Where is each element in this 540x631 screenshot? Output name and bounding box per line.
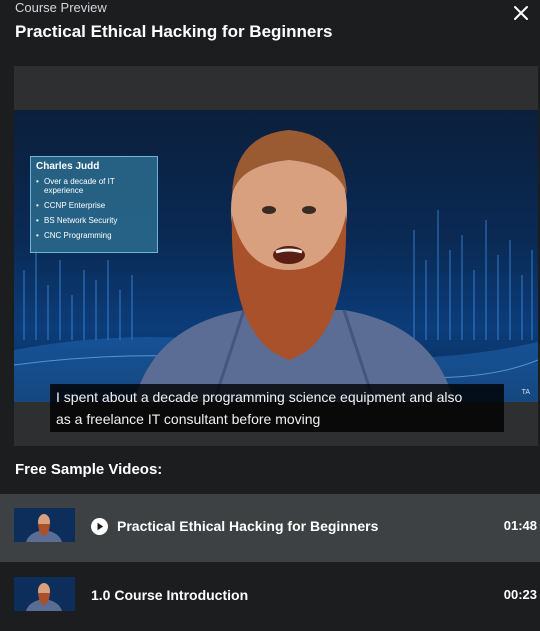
course-preview-eyebrow: Course Preview <box>15 0 107 15</box>
watermark-logo: TA <box>521 389 530 396</box>
caption-line: I spent about a decade programming scien… <box>56 389 463 405</box>
sample-video-item[interactable]: 1.0 Course Introduction 00:23 <box>0 563 540 631</box>
video-player[interactable]: Charles Judd Over a decade of IT experie… <box>14 66 538 446</box>
sample-video-title: Practical Ethical Hacking for Beginners <box>117 518 379 534</box>
close-icon[interactable] <box>510 2 532 24</box>
play-icon <box>91 518 108 535</box>
course-title: Practical Ethical Hacking for Beginners <box>15 22 333 41</box>
sample-video-title: 1.0 Course Introduction <box>91 587 249 603</box>
video-caption: I spent about a decade programming scien… <box>50 384 504 432</box>
video-frame[interactable]: Charles Judd Over a decade of IT experie… <box>14 110 538 402</box>
sample-video-duration: 00:23 <box>503 587 537 602</box>
free-sample-videos-title: Free Sample Videos: <box>15 461 163 478</box>
sample-video-item[interactable]: Practical Ethical Hacking for Beginners … <box>0 494 540 562</box>
presenter-image <box>134 130 454 402</box>
sample-video-duration: 01:48 <box>503 518 537 533</box>
video-thumbnail <box>14 508 75 542</box>
caption-line: as a freelance IT consultant before movi… <box>56 411 321 427</box>
video-thumbnail <box>14 577 75 611</box>
